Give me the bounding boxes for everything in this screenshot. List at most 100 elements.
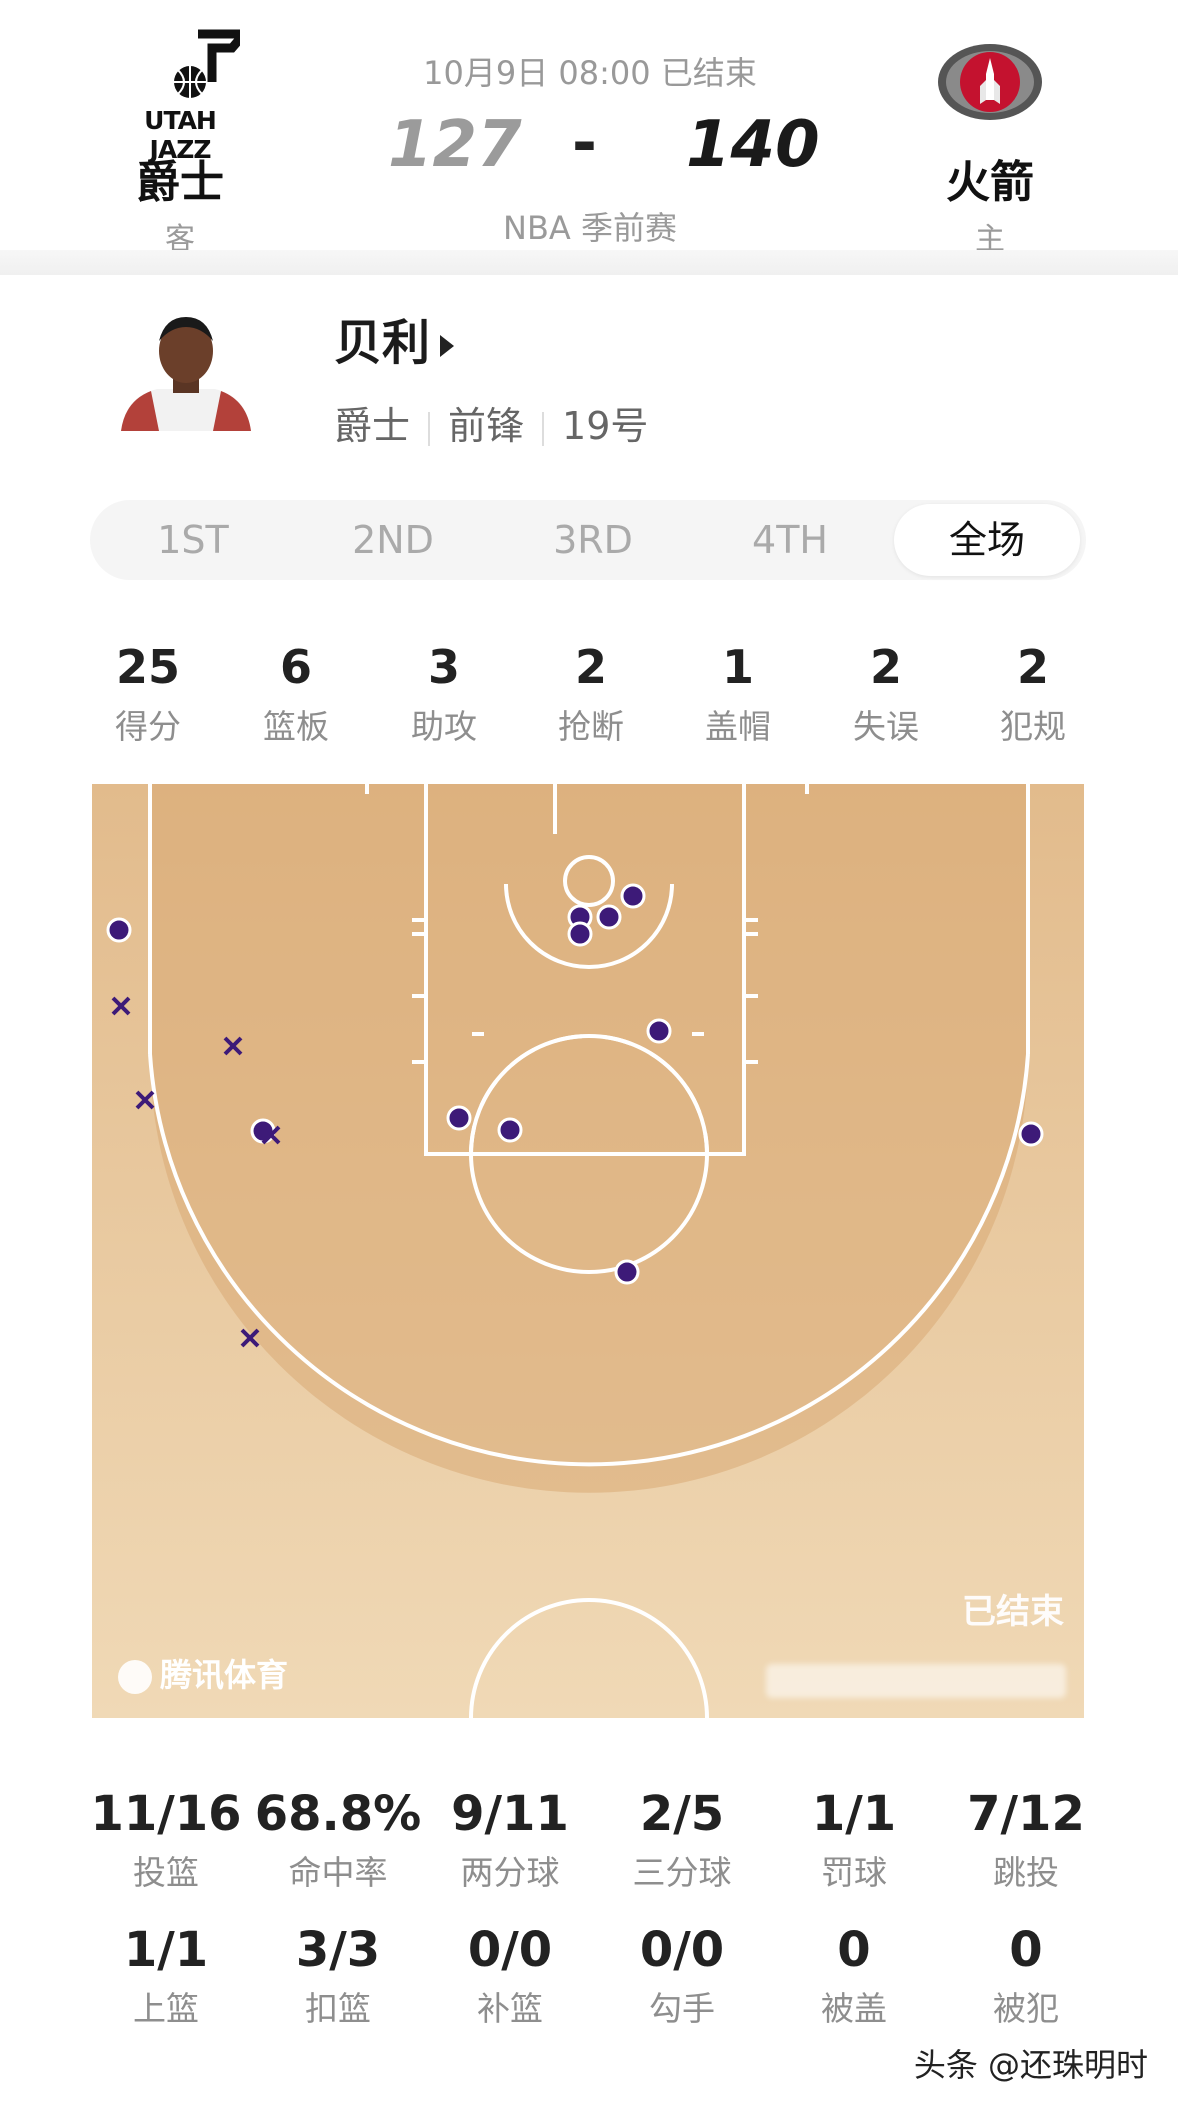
home-team[interactable]: 火箭 主 (890, 24, 1090, 258)
tab-1st[interactable]: 1ST (118, 500, 268, 580)
player-info: 爵士 前锋 19号 (334, 395, 648, 450)
blurred-watermark (766, 1664, 1066, 1698)
made-shot-marker[interactable] (567, 921, 593, 947)
stat-jumpshot: 7/12 跳投 (940, 1786, 1112, 1894)
stat-value: 9/11 (451, 1786, 569, 1842)
stat-dunk: 3/3 扣篮 (252, 1922, 424, 2030)
stat-tipin: 0/0 补篮 (424, 1922, 596, 2030)
stat-steals: 2 抢断 (521, 640, 661, 748)
stat-ft: 1/1 罚球 (768, 1786, 940, 1894)
stat-label: 抢断 (558, 707, 624, 746)
shot-chart: 已结束 腾讯体育 (92, 784, 1084, 1718)
stat-label: 得分 (115, 707, 181, 746)
player-position: 前锋 (448, 404, 525, 448)
stat-value: 1/1 (123, 1922, 209, 1978)
stat-rebounds: 6 篮板 (226, 640, 366, 748)
court-svg (92, 784, 1084, 1718)
tencent-sports-icon (118, 1660, 152, 1694)
tab-3rd[interactable]: 3RD (518, 500, 668, 580)
player-avatar (115, 311, 257, 431)
rockets-logo-icon (930, 24, 1050, 140)
stat-value: 68.8% (254, 1786, 422, 1842)
stat-value: 6 (279, 640, 312, 694)
stat-label: 跳投 (993, 1853, 1059, 1892)
period-tabs: 1ST 2ND 3RD 4TH 全场 (90, 500, 1086, 580)
made-shot-marker[interactable] (497, 1117, 523, 1143)
jazz-logo-icon: UTAH JAZZ (120, 24, 254, 164)
stat-label: 盖帽 (705, 707, 771, 746)
made-shot-marker[interactable] (620, 883, 646, 909)
tencent-sports-logo: 腾讯体育 (118, 1650, 288, 1696)
header-divider (0, 250, 1178, 275)
stat-label: 两分球 (460, 1853, 560, 1892)
stat-label: 篮板 (263, 707, 329, 746)
stat-label: 三分球 (632, 1853, 732, 1892)
tab-4th[interactable]: 4TH (715, 500, 865, 580)
score-dash: - (572, 108, 597, 178)
stat-value: 0 (1009, 1922, 1043, 1978)
made-shot-marker[interactable] (250, 1118, 276, 1144)
stat-value: 1 (721, 640, 754, 694)
stat-points: 25 得分 (78, 640, 218, 748)
home-team-name: 火箭 (946, 157, 1034, 208)
stat-value: 25 (115, 640, 180, 694)
stat-blocks: 1 盖帽 (668, 640, 808, 748)
home-score: 140 (686, 108, 820, 182)
divider (428, 411, 431, 446)
made-shot-marker[interactable] (1018, 1121, 1044, 1147)
away-logo-text: UTAH JAZZ (144, 106, 217, 164)
stat-value: 0 (837, 1922, 871, 1978)
game-date-status: 10月9日 08:00 已结束 (423, 54, 757, 92)
stat-value: 2 (1016, 640, 1049, 694)
stat-label: 被盖 (821, 1989, 887, 2028)
stat-hook: 0/0 勾手 (596, 1922, 768, 2030)
away-team[interactable]: UTAH JAZZ 爵士 客 (80, 24, 280, 258)
stat-assists: 3 助攻 (374, 640, 514, 748)
stat-value: 7/12 (967, 1786, 1085, 1842)
player-name: 贝利 (334, 315, 431, 371)
stat-value: 2 (869, 640, 902, 694)
stat-fouled: 0 被犯 (940, 1922, 1112, 2030)
game-header: UTAH JAZZ 爵士 客 10月9日 08:00 已结束 127 - 140… (0, 0, 1178, 270)
stat-3pt: 2/5 三分球 (596, 1786, 768, 1894)
divider (542, 411, 545, 446)
stat-label: 上篮 (133, 1989, 199, 2028)
stat-label: 命中率 (288, 1853, 388, 1892)
player-name-link[interactable]: 贝利 (334, 303, 455, 373)
brand-text: 腾讯体育 (160, 1656, 289, 1694)
tab-2nd[interactable]: 2ND (318, 500, 468, 580)
tab-full-game[interactable]: 全场 (894, 504, 1080, 576)
made-shot-marker[interactable] (646, 1018, 672, 1044)
player-team: 爵士 (334, 404, 411, 448)
stat-label: 失误 (853, 707, 919, 746)
player-card[interactable]: 贝利 爵士 前锋 19号 (0, 275, 1178, 475)
made-shot-marker[interactable] (106, 917, 132, 943)
stat-turnovers: 2 失误 (816, 640, 956, 748)
made-shot-marker[interactable] (446, 1105, 472, 1131)
stat-label: 勾手 (649, 1989, 715, 2028)
game-status-label: 已结束 (962, 1592, 1064, 1632)
competition-label: NBA 季前赛 (503, 209, 677, 247)
stat-label: 犯规 (1000, 707, 1066, 746)
stat-label: 补篮 (477, 1989, 543, 2028)
stat-blocked: 0 被盖 (768, 1922, 940, 2030)
caret-right-icon (440, 335, 455, 357)
player-number: 19号 (562, 404, 649, 448)
made-shot-marker[interactable] (596, 904, 622, 930)
stat-value: 2 (574, 640, 607, 694)
stat-value: 2/5 (639, 1786, 725, 1842)
stat-value: 11/16 (90, 1786, 242, 1842)
stat-fg: 11/16 投篮 (80, 1786, 252, 1894)
stat-layup: 1/1 上篮 (80, 1922, 252, 2030)
stat-value: 3 (427, 640, 460, 694)
stat-value: 0/0 (639, 1922, 725, 1978)
stat-label: 投篮 (133, 1853, 199, 1892)
stat-value: 1/1 (811, 1786, 897, 1842)
stat-label: 扣篮 (305, 1989, 371, 2028)
stat-2pt: 9/11 两分球 (424, 1786, 596, 1894)
stat-value: 0/0 (467, 1922, 553, 1978)
away-score: 127 (388, 108, 522, 182)
stat-label: 罚球 (821, 1853, 887, 1892)
made-shot-marker[interactable] (614, 1259, 640, 1285)
stat-label: 被犯 (993, 1989, 1059, 2028)
